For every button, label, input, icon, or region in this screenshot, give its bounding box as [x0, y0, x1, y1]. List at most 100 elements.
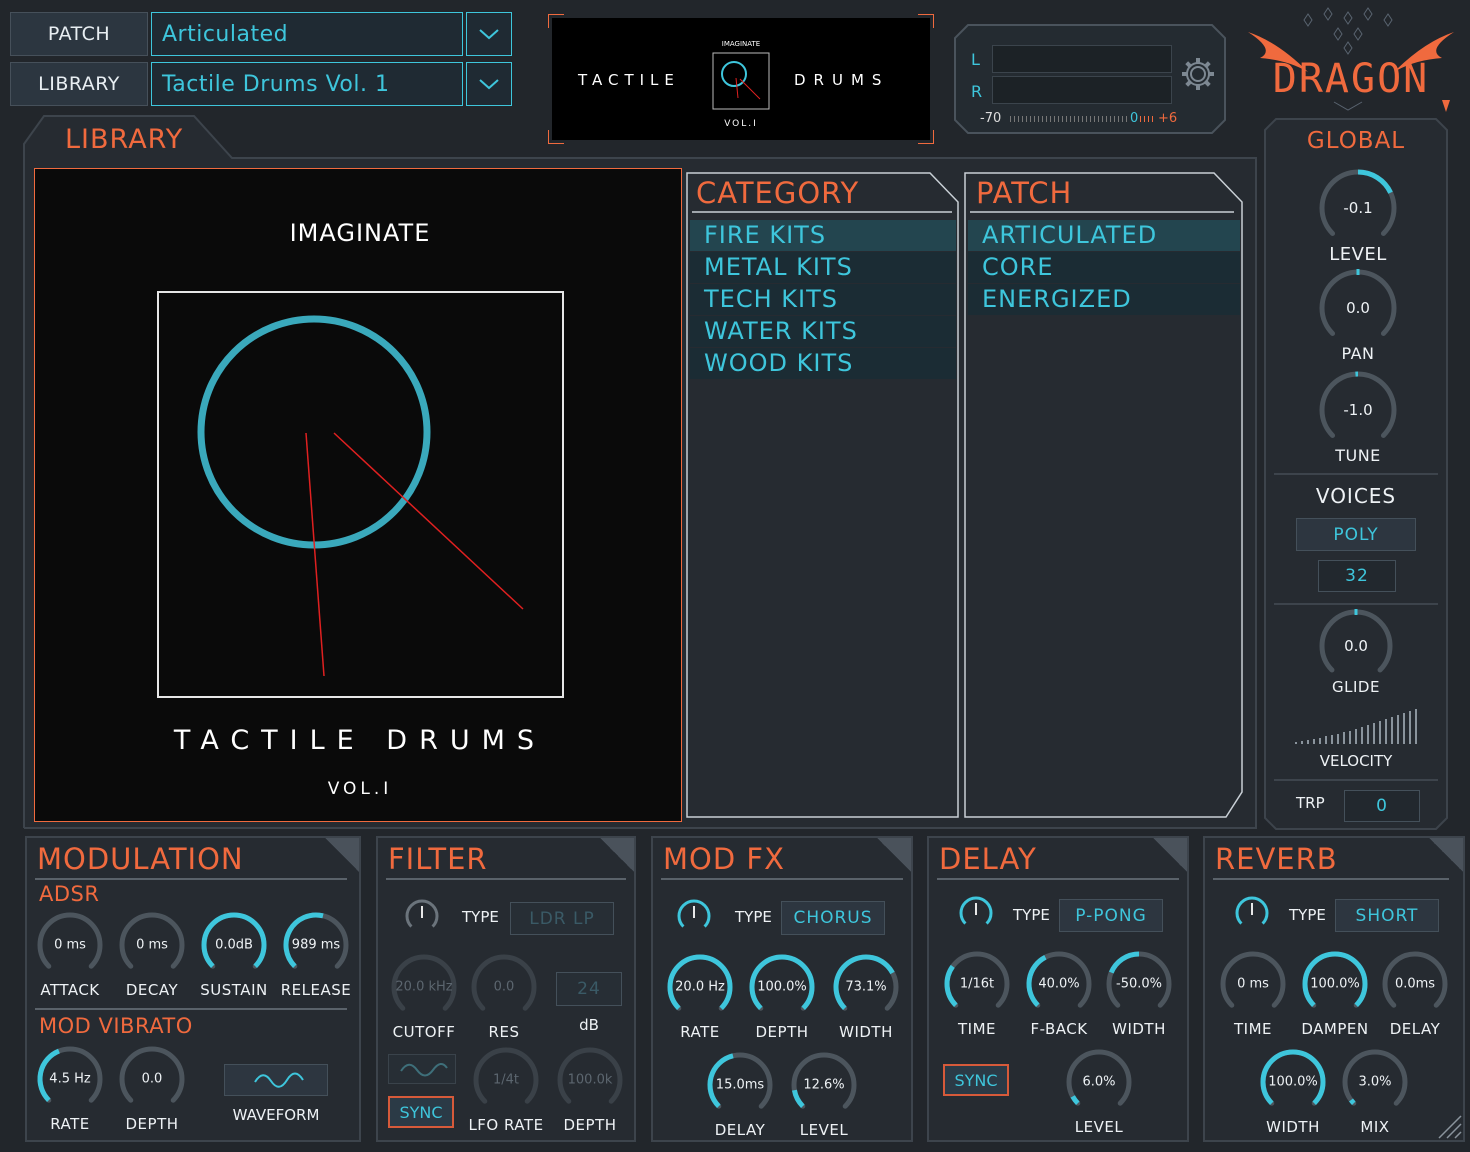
cutoff-knob-label: CUTOFF — [392, 1023, 456, 1041]
delay-type-selector[interactable]: P-PONG — [1059, 899, 1163, 932]
release-knob-value: 989 ms — [291, 937, 341, 953]
filter-depth-knob-value: 100.0k — [567, 1072, 613, 1088]
vibrato-depth-knob-label: DEPTH — [125, 1115, 179, 1133]
trp-label: TRP — [1296, 794, 1325, 812]
filter-db-label: dB — [579, 1016, 599, 1034]
feedback-knob-label: F-BACK — [1030, 1020, 1088, 1038]
patch-list: PATCH ARTICULATED CORE ENERGIZED — [964, 172, 1244, 818]
modfx-rate-knob-value: 20.0 Hz — [675, 979, 725, 995]
sustain-knob-value: 0.0dB — [215, 937, 253, 953]
library-selector[interactable]: Tactile Drums Vol. 1 — [151, 62, 463, 106]
filter-power-knob[interactable] — [402, 896, 442, 936]
patch-dropdown-button[interactable] — [466, 12, 512, 56]
voices-count-field[interactable]: 32 — [1318, 560, 1396, 592]
category-item[interactable]: FIRE KITS — [690, 220, 956, 251]
waveform-label: WAVEFORM — [232, 1106, 320, 1124]
reverb-width-knob-value: 100.0% — [1268, 1074, 1318, 1090]
category-item[interactable]: WATER KITS — [690, 316, 956, 347]
vibrato-depth-knob-value: 0.0 — [141, 1071, 163, 1087]
artwork-title: TACTILE DRUMS — [173, 725, 547, 756]
filter-sync-button[interactable]: SYNC — [388, 1096, 454, 1128]
decay-knob-value: 0 ms — [136, 937, 168, 953]
modfx-type-selector[interactable]: CHORUS — [781, 901, 885, 935]
panel-corner — [877, 838, 911, 872]
artwork-thumb-left: TACTILE — [578, 71, 680, 89]
modfx-level-knob-label: LEVEL — [799, 1121, 849, 1139]
voices-title: VOICES — [1315, 484, 1397, 508]
settings-gear-icon[interactable] — [1180, 56, 1216, 92]
delay-width-knob-value: -50.0% — [1116, 976, 1162, 992]
filter-depth-knob-label: DEPTH — [563, 1116, 617, 1134]
panel-corner — [325, 838, 359, 872]
filter-type-selector[interactable]: LDR LP — [510, 902, 614, 935]
velocity-label: VELOCITY — [1319, 752, 1393, 770]
dampen-knob-label: DAMPEN — [1301, 1020, 1369, 1038]
modfx-delay-knob-value: 15.0ms — [715, 1077, 765, 1093]
delay-sync-button[interactable]: SYNC — [943, 1064, 1009, 1096]
glide-knob-value: 0.0 — [1344, 637, 1368, 655]
artwork-thumb-brand: IMAGINATE — [721, 40, 761, 48]
res-knob-value: 0.0 — [493, 979, 515, 995]
level-knob-value: -0.1 — [1343, 199, 1373, 217]
modfx-power-knob[interactable] — [674, 896, 714, 936]
meter-l-bar — [992, 45, 1172, 73]
reverb-power-knob[interactable] — [1232, 893, 1272, 933]
filter-lfo-waveform[interactable] — [388, 1054, 456, 1084]
waveform-selector[interactable] — [224, 1064, 328, 1096]
decay-knob-label: DECAY — [125, 981, 179, 999]
artwork-thumb-right: DRUMS — [794, 71, 890, 89]
pan-knob-value: 0.0 — [1346, 299, 1370, 317]
category-item[interactable]: WOOD KITS — [690, 348, 956, 379]
modfx-rate-knob-label: RATE — [680, 1023, 720, 1041]
delay-width-knob-label: WIDTH — [1112, 1020, 1166, 1038]
chevron-down-icon — [479, 79, 499, 90]
modfx-delay-knob-label: DELAY — [714, 1121, 766, 1139]
modfx-width-knob-value: 73.1% — [845, 979, 887, 995]
meter-r-bar — [992, 76, 1172, 104]
velocity-curve[interactable] — [1294, 706, 1420, 746]
vibrato-rate-knob-label: RATE — [50, 1115, 90, 1133]
panel-rule — [35, 878, 347, 880]
tune-knob-label: TUNE — [1335, 446, 1381, 465]
panel-rule — [661, 878, 903, 880]
patch-label: PATCH — [10, 12, 148, 56]
mod-vibrato-title: MOD VIBRATO — [39, 1014, 193, 1038]
trp-field[interactable]: 0 — [1344, 790, 1420, 822]
category-item[interactable]: TECH KITS — [690, 284, 956, 315]
patch-item[interactable]: ENERGIZED — [968, 284, 1240, 315]
lfo-rate-knob-value: 1/4t — [492, 1072, 520, 1088]
modfx-depth-knob-value: 100.0% — [757, 979, 807, 995]
category-item[interactable]: METAL KITS — [690, 252, 956, 283]
dragon-logo-text: DRAGON — [1272, 56, 1430, 102]
sine-wave-icon — [254, 1072, 304, 1088]
mix-knob-label: MIX — [1360, 1118, 1390, 1136]
global-title: GLOBAL — [1306, 128, 1406, 154]
filter-db-selector[interactable]: 24 — [556, 972, 622, 1006]
tune-knob-value: -1.0 — [1343, 401, 1373, 419]
delay-level-knob-label: LEVEL — [1074, 1118, 1124, 1136]
resize-grip-icon[interactable] — [1429, 1108, 1463, 1140]
reverb-type-selector[interactable]: SHORT — [1335, 899, 1439, 932]
library-tab-label: LIBRARY — [65, 124, 184, 155]
lfo-rate-knob-label: LFO RATE — [468, 1116, 544, 1134]
category-header: CATEGORY — [696, 176, 860, 210]
library-dropdown-button[interactable] — [466, 62, 512, 106]
patch-item[interactable]: ARTICULATED — [968, 220, 1240, 251]
library-artwork: IMAGINATE TACTILE DRUMS VOL.I — [34, 168, 682, 822]
reverb-time-knob-label: TIME — [1233, 1020, 1273, 1038]
patch-selector[interactable]: Articulated — [151, 12, 463, 56]
filter-type-label: TYPE — [462, 908, 499, 926]
chevron-down-icon — [479, 29, 499, 40]
release-knob-label: RELEASE — [280, 981, 352, 999]
panel-rule — [937, 878, 1179, 880]
voices-mode-selector[interactable]: POLY — [1296, 518, 1416, 551]
pan-knob-label: PAN — [1341, 344, 1375, 363]
delay-power-knob[interactable] — [956, 893, 996, 933]
reverb-delay-knob-label: DELAY — [1389, 1020, 1441, 1038]
patch-item[interactable]: CORE — [968, 252, 1240, 283]
mix-knob-value: 3.0% — [1358, 1074, 1392, 1090]
glide-knob-label: GLIDE — [1332, 678, 1380, 696]
artwork-brand: IMAGINATE — [289, 219, 431, 247]
delay-level-knob-value: 6.0% — [1082, 1074, 1116, 1090]
delay-time-knob-label: TIME — [957, 1020, 997, 1038]
